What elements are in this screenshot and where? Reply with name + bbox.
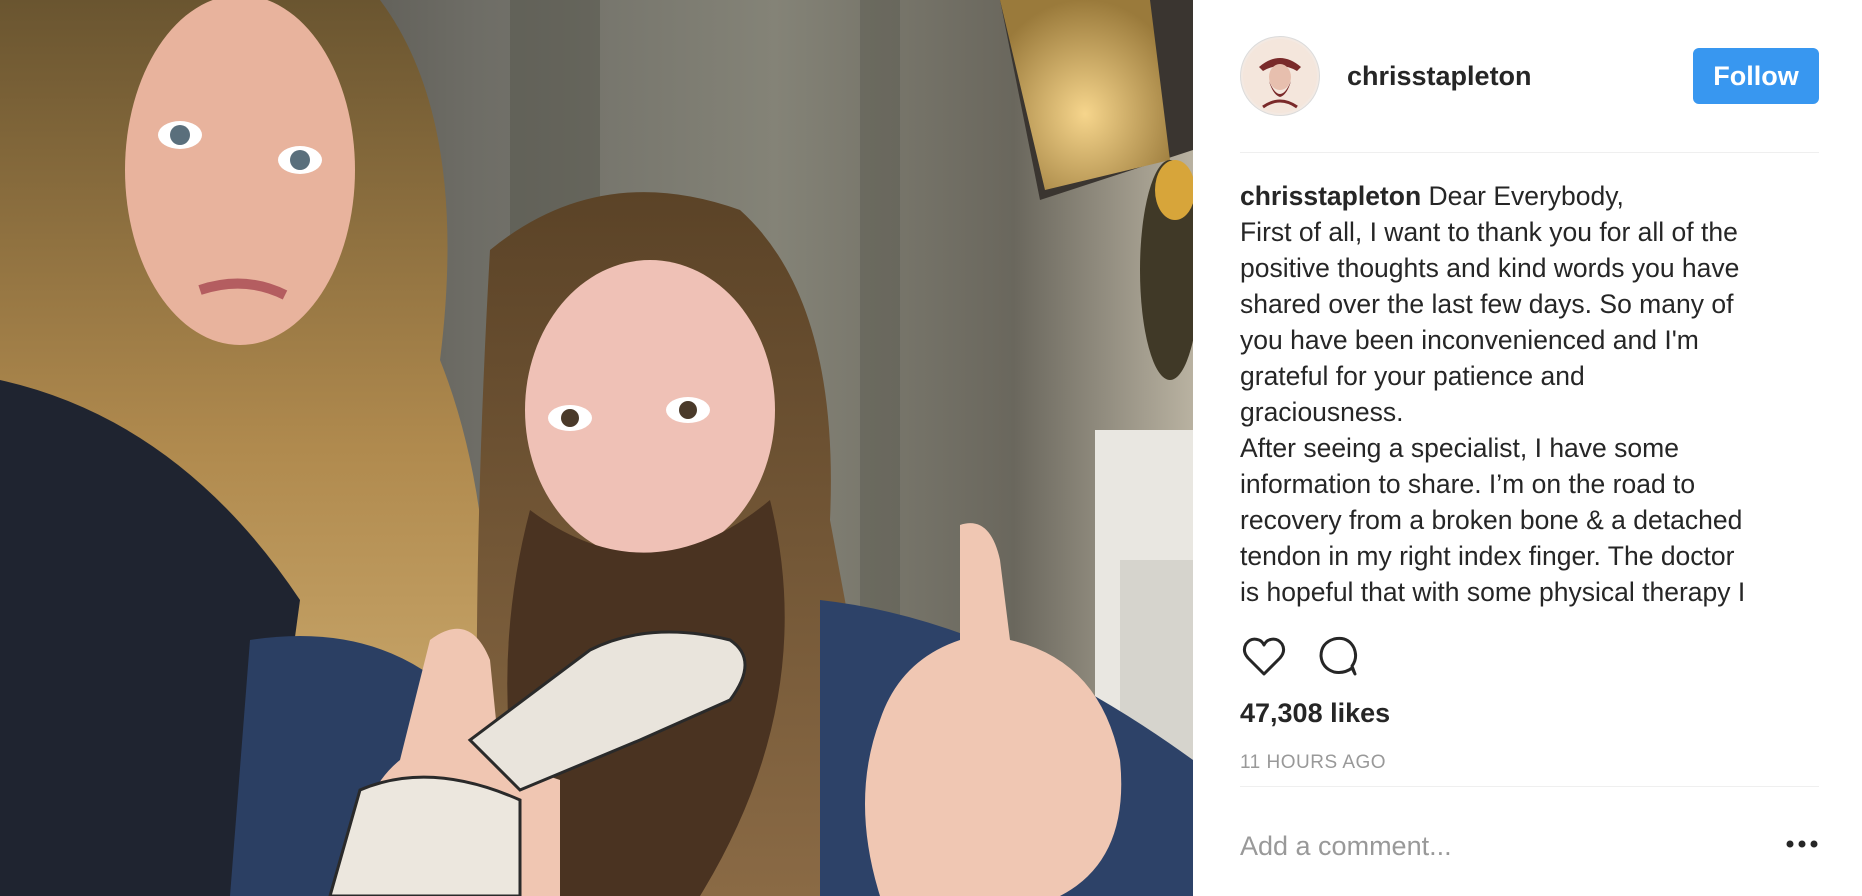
follow-button[interactable]: Follow — [1693, 48, 1819, 104]
caption-text-line: positive thoughts and kind words you hav… — [1240, 253, 1740, 283]
post-header: chrisstapleton Follow — [1240, 32, 1819, 120]
caption-text-line: Dear Everybody, — [1428, 181, 1624, 211]
caption-text-line: you have been inconvenienced and I'm — [1240, 325, 1699, 355]
post-side-panel: chrisstapleton Follow chrisstapleton Dea… — [1193, 0, 1862, 896]
caption-text-line: information to share. I’m on the road to — [1240, 469, 1696, 499]
caption-username[interactable]: chrisstapleton — [1240, 181, 1421, 211]
caption-text-line: tendon in my right index finger. The doc… — [1240, 541, 1735, 571]
caption-text-line: First of all, I want to thank you for al… — [1240, 217, 1738, 247]
caption-text-line: shared over the last few days. So many o… — [1240, 289, 1734, 319]
comment-row — [1240, 822, 1819, 870]
post-actions — [1240, 632, 1362, 680]
comment-divider — [1240, 786, 1819, 787]
caption-text-line: is hopeful that with some physical thera… — [1240, 577, 1746, 607]
likes-count[interactable]: 47,308 likes — [1240, 698, 1390, 729]
avatar[interactable] — [1240, 36, 1320, 116]
post-photo[interactable] — [0, 0, 1193, 896]
caption-text-line: graciousness. — [1240, 397, 1404, 427]
comment-icon[interactable] — [1314, 632, 1362, 680]
heart-icon[interactable] — [1240, 632, 1288, 680]
selfie-photo — [0, 0, 1193, 896]
caption-first-line: chrisstapleton Dear Everybody, — [1240, 178, 1830, 214]
caption-text-line: After seeing a specialist, I have some — [1240, 433, 1679, 463]
comment-input[interactable] — [1240, 830, 1760, 862]
post-timestamp[interactable]: 11 HOURS AGO — [1240, 752, 1386, 774]
avatar-illustration-icon — [1243, 39, 1317, 113]
caption-text-line: recovery from a broken bone & a detached — [1240, 505, 1743, 535]
post-card: chrisstapleton Follow chrisstapleton Dea… — [0, 0, 1862, 896]
more-options-icon[interactable] — [1785, 832, 1819, 856]
header-divider — [1240, 152, 1819, 153]
caption-text-line: grateful for your patience and — [1240, 361, 1585, 391]
username-link[interactable]: chrisstapleton — [1347, 61, 1532, 92]
post-caption: chrisstapleton Dear Everybody, First of … — [1240, 178, 1830, 608]
